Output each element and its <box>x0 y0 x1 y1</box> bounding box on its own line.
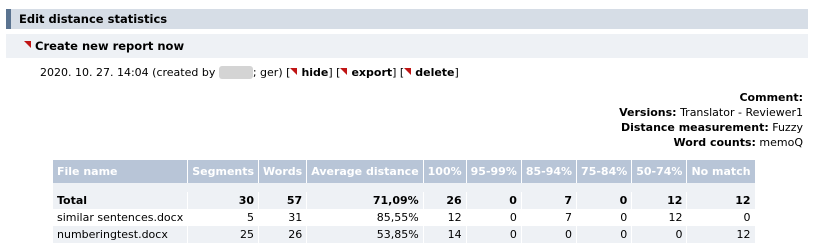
export-link[interactable]: export <box>340 66 392 79</box>
cell: Total <box>53 192 189 209</box>
triangle-icon <box>290 67 298 75</box>
col-no-match: No match <box>686 160 756 183</box>
cell: 0 <box>466 226 522 243</box>
cell: 7 <box>521 209 578 226</box>
triangle-icon <box>340 67 348 75</box>
cell: 30 <box>187 192 260 209</box>
meta-wordcounts: Word counts: memoQ <box>673 136 803 149</box>
cell: 25 <box>187 226 260 243</box>
section-title: Edit distance statistics <box>19 12 168 26</box>
table-spacer <box>53 183 756 192</box>
statistics-table: File name Segments Words Average distanc… <box>53 160 756 243</box>
col-average-distance: Average distance <box>306 160 424 183</box>
col-95-99: 95-99% <box>466 160 522 183</box>
col-50-74: 50-74% <box>631 160 688 183</box>
cell: 12 <box>423 209 467 226</box>
cell: 0 <box>576 192 633 209</box>
cell: similar sentences.docx <box>53 209 189 226</box>
cell: 12 <box>686 226 756 243</box>
cell: 53,85% <box>306 226 424 243</box>
cell: 12 <box>631 192 688 209</box>
cell: 26 <box>258 226 308 243</box>
cell: 0 <box>631 226 688 243</box>
cell: 0 <box>466 192 522 209</box>
create-report-label: Create new report now <box>35 39 185 53</box>
col-file-name: File name <box>53 160 189 183</box>
cell: 71,09% <box>306 192 424 209</box>
report-info: 2020. 10. 27. 14:04 (created by ; ger) [… <box>40 65 459 79</box>
cell: 0 <box>686 209 756 226</box>
col-words: Words <box>258 160 308 183</box>
cell: 0 <box>576 226 633 243</box>
delete-link[interactable]: delete <box>404 66 455 79</box>
cell: numberingtest.docx <box>53 226 189 243</box>
cell: 5 <box>187 209 260 226</box>
col-85-94: 85-94% <box>521 160 578 183</box>
table-row: numberingtest.docx 25 26 53,85% 14 0 0 0… <box>53 226 756 243</box>
cell: 31 <box>258 209 308 226</box>
report-language: ; ger) <box>252 66 283 79</box>
create-report-bar: Create new report now <box>6 34 808 58</box>
cell: 57 <box>258 192 308 209</box>
hide-link[interactable]: hide <box>290 66 328 79</box>
triangle-icon <box>404 67 412 75</box>
section-header: Edit distance statistics <box>6 9 808 29</box>
triangle-icon <box>24 41 31 48</box>
cell: 14 <box>423 226 467 243</box>
cell: 0 <box>466 209 522 226</box>
report-meta: Comment: Versions: Translator - Reviewer… <box>619 90 803 150</box>
create-report-link[interactable]: Create new report now <box>24 39 184 53</box>
col-segments: Segments <box>187 160 260 183</box>
cell: 0 <box>576 209 633 226</box>
meta-distance: Distance measurement: Fuzzy <box>620 121 803 134</box>
cell: 12 <box>686 192 756 209</box>
col-75-84: 75-84% <box>576 160 633 183</box>
cell: 0 <box>521 226 578 243</box>
table-row-total: Total 30 57 71,09% 26 0 7 0 12 12 <box>53 192 756 209</box>
cell: 7 <box>521 192 578 209</box>
col-100: 100% <box>423 160 467 183</box>
cell: 12 <box>631 209 688 226</box>
report-date: 2020. 10. 27. 14:04 (created by <box>40 66 216 79</box>
redacted-username <box>218 65 253 79</box>
meta-versions: Versions: Translator - Reviewer1 <box>619 106 803 119</box>
cell: 85,55% <box>306 209 424 226</box>
cell: 26 <box>423 192 467 209</box>
table-header-row: File name Segments Words Average distanc… <box>53 160 756 183</box>
meta-comment: Comment: <box>739 91 803 104</box>
table-row: similar sentences.docx 5 31 85,55% 12 0 … <box>53 209 756 226</box>
